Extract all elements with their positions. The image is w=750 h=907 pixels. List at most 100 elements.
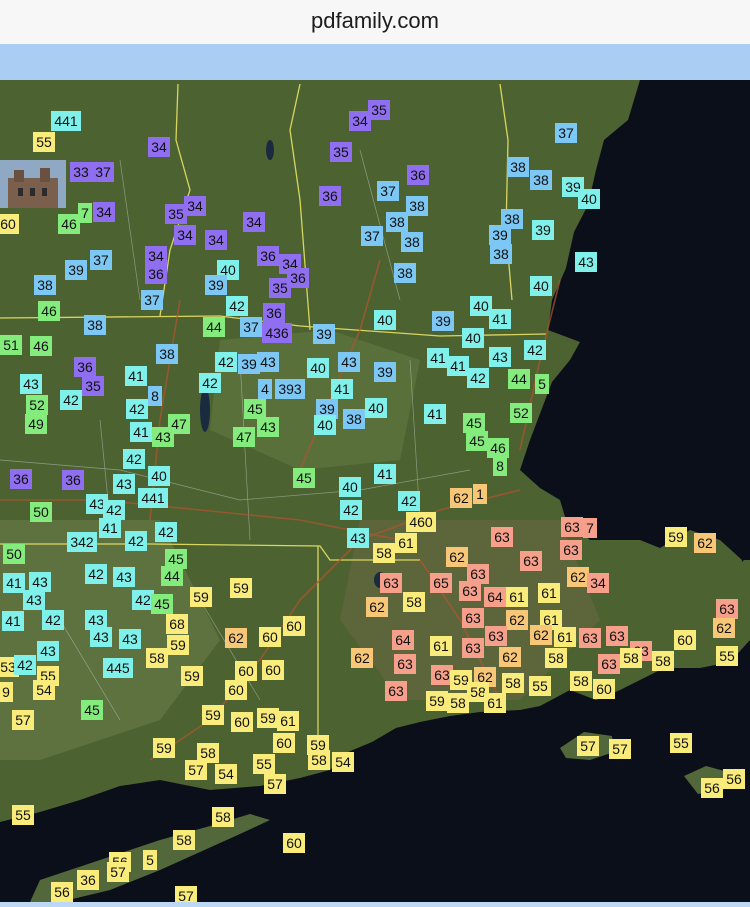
station-temp-text: 42 xyxy=(470,370,486,386)
station-label: 36 xyxy=(74,357,96,377)
station-temp-text: 41 xyxy=(450,358,466,374)
station-label: 56 xyxy=(701,778,723,798)
station-label: 60 xyxy=(593,679,615,699)
station-temp-text: 62 xyxy=(697,535,713,551)
station-temp-text: 60 xyxy=(262,629,278,645)
station-label: 62 xyxy=(499,647,521,667)
station-label: 42 xyxy=(155,522,177,542)
station-label: 62 xyxy=(567,567,589,587)
station-temp-text: 62 xyxy=(449,549,465,565)
station-temp-text: 54 xyxy=(335,754,351,770)
station-label: 58 xyxy=(308,750,330,770)
station-label: 55 xyxy=(12,805,34,825)
station-label: 4 xyxy=(258,379,272,399)
station-temp-text: 63 xyxy=(601,656,617,672)
station-temp-text: 63 xyxy=(470,566,486,582)
station-label: 41 xyxy=(427,348,449,368)
station-label: 42 xyxy=(132,590,154,610)
station-label: 68 xyxy=(166,614,188,634)
station-temp-text: 58 xyxy=(505,675,521,691)
station-label: 61 xyxy=(395,533,417,553)
station-temp-text: 37 xyxy=(144,292,160,308)
station-temp-text: 43 xyxy=(350,530,366,546)
station-temp-text: 60 xyxy=(286,618,302,634)
station-temp-text: 41 xyxy=(427,406,443,422)
station-label: 61 xyxy=(484,693,506,713)
station-label: 45 xyxy=(244,399,266,419)
station-label: 38 xyxy=(84,315,106,335)
station-label: 60 xyxy=(283,833,305,853)
station-temp-text: 60 xyxy=(596,681,612,697)
station-label: 37 xyxy=(141,290,163,310)
station-label: 43 xyxy=(23,590,45,610)
station-label: 460 xyxy=(406,512,436,532)
station-label: 43 xyxy=(119,629,141,649)
station-temp-text: 60 xyxy=(234,714,250,730)
station-label: 8 xyxy=(493,456,507,476)
station-temp-text: 42 xyxy=(343,502,359,518)
station-temp-text: 37 xyxy=(364,228,380,244)
station-temp-text: 60 xyxy=(286,835,302,851)
station-label: 61 xyxy=(506,587,528,607)
station-temp-text: 55 xyxy=(36,134,52,150)
station-temp-text: 35 xyxy=(85,378,101,394)
station-temp-text: 61 xyxy=(509,589,525,605)
station-label: 38 xyxy=(507,157,529,177)
station-label: 40 xyxy=(578,189,600,209)
url-text[interactable]: pdfamily.com xyxy=(0,8,750,34)
station-label: 34 xyxy=(184,196,206,216)
station-temp-text: 441 xyxy=(54,113,78,129)
station-temp-text: 61 xyxy=(541,585,557,601)
station-label: 58 xyxy=(447,693,469,713)
station-label: 57 xyxy=(264,774,286,794)
station-label: 39 xyxy=(374,362,396,382)
station-label: 42 xyxy=(524,340,546,360)
station-label: 45 xyxy=(466,431,488,451)
station-temp-text: 46 xyxy=(61,216,77,232)
station-temp-text: 43 xyxy=(260,419,276,435)
station-temp-text: 60 xyxy=(0,216,16,232)
station-label: 63 xyxy=(380,573,402,593)
station-temp-text: 342 xyxy=(70,534,94,550)
station-label: 38 xyxy=(394,263,416,283)
station-label: 51 xyxy=(0,335,22,355)
station-label: 60 xyxy=(225,680,247,700)
station-label: 59 xyxy=(202,705,224,725)
station-label: 393 xyxy=(275,379,305,399)
station-temp-text: 43 xyxy=(89,496,105,512)
station-temp-text: 42 xyxy=(129,401,145,417)
station-temp-text: 57 xyxy=(15,712,31,728)
station-label: 40 xyxy=(470,296,492,316)
station-temp-text: 44 xyxy=(511,371,527,387)
station-label: 43 xyxy=(338,352,360,372)
station-temp-text: 38 xyxy=(37,277,53,293)
station-temp-text: 59 xyxy=(429,693,445,709)
station-temp-text: 63 xyxy=(488,628,504,644)
station-label: 36 xyxy=(263,303,285,323)
station-temp-text: 59 xyxy=(170,637,186,653)
station-temp-text: 58 xyxy=(200,745,216,761)
station-temp-text: 57 xyxy=(188,762,204,778)
station-label: 63 xyxy=(561,517,583,537)
station-label: 37 xyxy=(92,162,114,182)
site-logo-thumbnail[interactable] xyxy=(0,160,66,208)
station-label: 34 xyxy=(93,202,115,222)
station-label: 37 xyxy=(90,250,112,270)
station-temp-text: 63 xyxy=(523,553,539,569)
station-label: 41 xyxy=(489,309,511,329)
station-temp-text: 50 xyxy=(6,546,22,562)
station-temp-text: 62 xyxy=(502,649,518,665)
station-temp-text: 40 xyxy=(310,360,326,376)
station-temp-text: 58 xyxy=(215,809,231,825)
station-label: 7 xyxy=(78,203,92,223)
station-label: 63 xyxy=(598,654,620,674)
browser-address-bar[interactable]: pdfamily.com xyxy=(0,0,750,45)
station-temp-text: 39 xyxy=(241,356,257,372)
station-label: 58 xyxy=(373,543,395,563)
station-label: 63 xyxy=(520,551,542,571)
station-temp-text: 42 xyxy=(45,612,61,628)
station-temp-text: 34 xyxy=(96,204,112,220)
station-label: 40 xyxy=(148,466,170,486)
station-label: 42 xyxy=(226,296,248,316)
station-temp-text: 57 xyxy=(178,888,194,902)
